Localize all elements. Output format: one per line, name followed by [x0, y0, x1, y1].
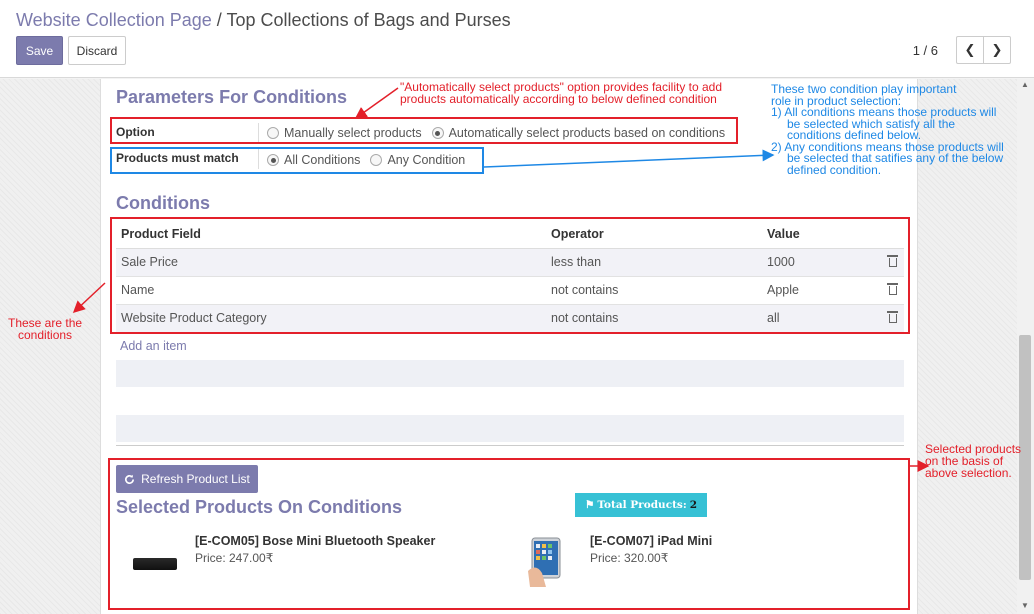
add-item-link[interactable]: Add an item — [120, 339, 187, 353]
scroll-down-arrow-icon[interactable]: ▼ — [1021, 601, 1029, 610]
discard-button[interactable]: Discard — [68, 36, 126, 65]
annotation-line: products automatically according to belo… — [400, 92, 717, 106]
annotation-line: defined condition. — [787, 162, 882, 177]
annotation-selected-products: Selected products on the basis of above … — [925, 443, 1021, 479]
annotation-line: conditions — [18, 328, 73, 342]
annotation-box-selected-products — [108, 458, 910, 610]
scroll-up-arrow-icon[interactable]: ▲ — [1021, 80, 1029, 89]
chevron-left-icon: ❮ — [964, 42, 976, 57]
annotation-box-conditions — [110, 217, 910, 334]
annotation-these-are-conditions: These are the conditions — [8, 317, 82, 341]
breadcrumb-parent-link[interactable]: Website Collection Page — [16, 10, 212, 30]
pager-value[interactable]: 1 / 6 — [913, 43, 938, 58]
breadcrumb-separator: / — [216, 10, 222, 30]
breadcrumb: Website Collection Page / Top Collection… — [16, 10, 511, 31]
breadcrumb-current: Top Collections of Bags and Purses — [226, 10, 511, 30]
annotation-box-option — [110, 117, 738, 144]
chevron-right-icon: ❯ — [991, 42, 1003, 57]
annotation-line: above selection. — [925, 466, 1012, 480]
control-panel: Website Collection Page / Top Collection… — [0, 0, 1034, 78]
separator-line — [116, 445, 904, 446]
empty-row — [116, 415, 904, 442]
parameters-heading: Parameters For Conditions — [116, 87, 348, 107]
pager-next-button[interactable]: ❯ — [983, 36, 1011, 64]
empty-row — [116, 360, 904, 387]
annotation-two-conditions: These two condition play important role … — [771, 83, 1004, 177]
pager-previous-button[interactable]: ❮ — [956, 36, 984, 64]
annotation-box-match — [110, 147, 484, 174]
annotation-auto-select: "Automatically select products" option p… — [400, 81, 722, 105]
conditions-heading: Conditions — [116, 193, 210, 213]
save-button[interactable]: Save — [16, 36, 63, 65]
